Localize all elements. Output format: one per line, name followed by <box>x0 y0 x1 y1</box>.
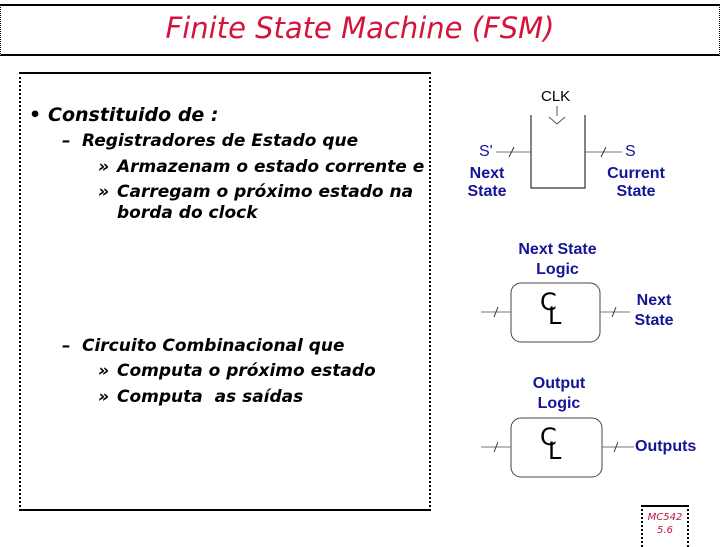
footer-course: MC542 <box>647 512 683 523</box>
current-state-label-line2: State <box>616 183 656 200</box>
current-state-label: Current State <box>601 164 671 202</box>
next-state-label-line2: State <box>467 183 507 200</box>
output-logic-title-line2: Logic <box>537 395 581 412</box>
s-label: S <box>625 143 636 160</box>
next-state-output-line2: State <box>634 312 674 329</box>
fsm-diagram <box>481 106 634 478</box>
next-state-output-label: Next State <box>628 291 680 331</box>
next-state-logic-title-line1: Next State <box>518 241 597 258</box>
next-state-label-line1: Next <box>469 165 505 182</box>
next-state-logic-title-line2: Logic <box>536 261 579 278</box>
footer-box: MC542 5.6 <box>641 505 689 547</box>
outputs-label: Outputs <box>635 438 697 455</box>
output-logic-title-line1: Output <box>532 375 586 392</box>
footer-page-number: 5.6 <box>657 525 673 536</box>
next-state-output-line1: Next <box>636 292 672 309</box>
clock-triangle-icon <box>548 116 566 125</box>
next-state-label: Next State <box>456 164 518 202</box>
current-state-label-line1: Current <box>607 165 665 182</box>
s-prime-label: S' <box>479 143 493 160</box>
output-logic-title: Output Logic <box>515 374 603 414</box>
clk-label: CLK <box>541 88 571 105</box>
next-state-logic-title: Next State Logic <box>505 240 610 280</box>
register-box <box>530 115 586 189</box>
